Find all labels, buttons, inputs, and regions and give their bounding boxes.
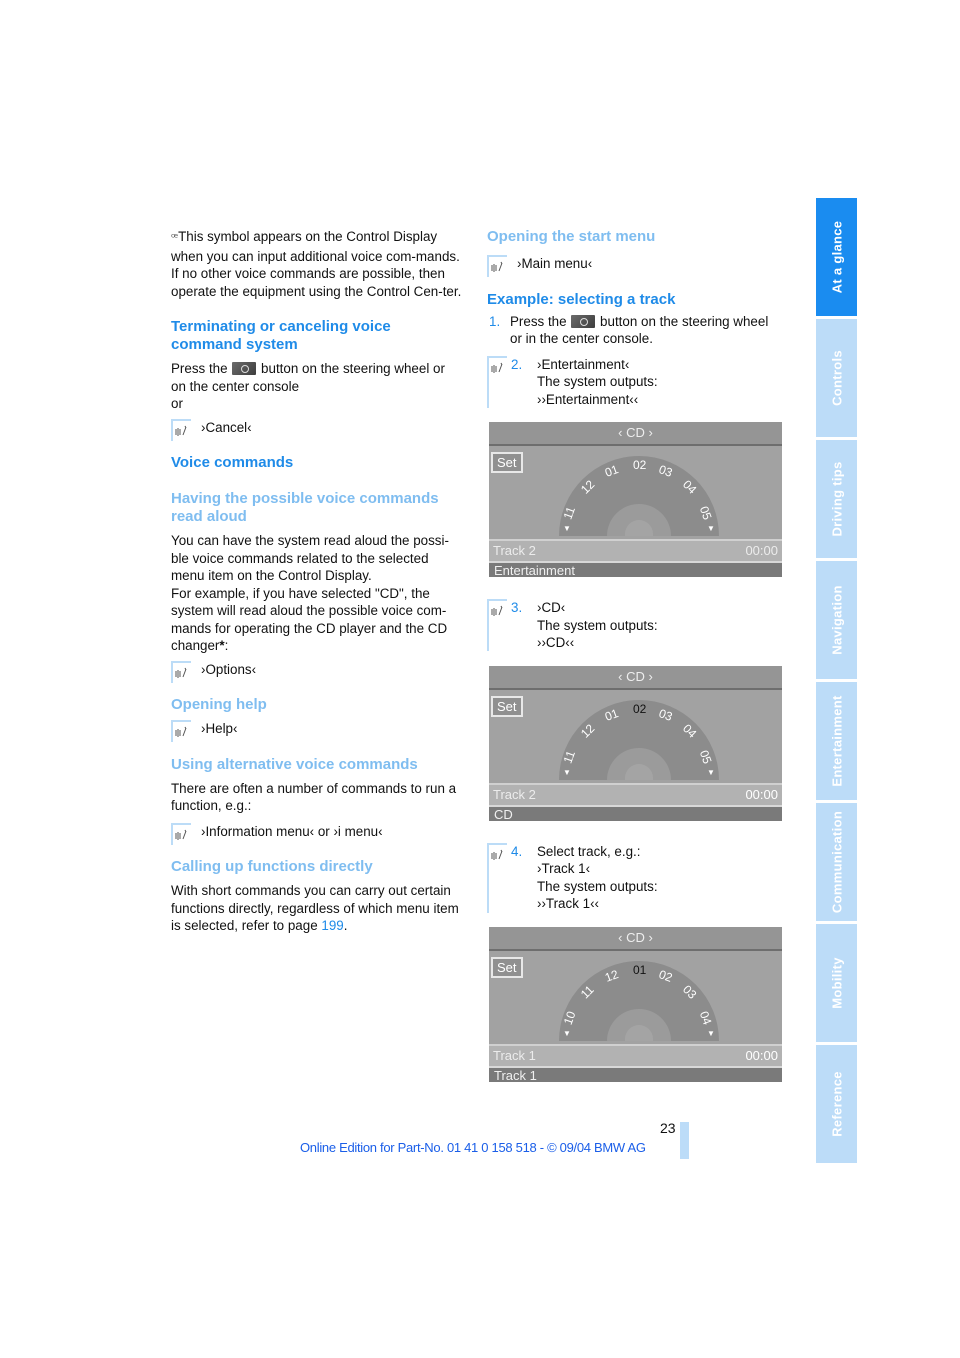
- step-1: 1. Press the button on the steering whee…: [489, 313, 769, 347]
- page-marker-bar: [680, 1122, 689, 1159]
- heading-start-menu: Opening the start menu: [487, 228, 656, 245]
- information-menu-command: ›Information menu‹ or ›i menu‹: [171, 822, 463, 845]
- left-column: ꟹThis symbol appears on the Control Disp…: [171, 228, 463, 935]
- voice-command-icon: [487, 355, 507, 408]
- main-menu-command: ›Main menu‹: [487, 255, 782, 277]
- voice-command-icon: [487, 599, 507, 651]
- voice-command-icon: [171, 660, 191, 683]
- voice-command-icon: [171, 822, 191, 845]
- tab-mobility[interactable]: Mobility: [816, 924, 857, 1042]
- step-2: 2. ›Entertainment‹ The system outputs: ››E…: [487, 355, 782, 409]
- set-button: Set: [491, 956, 523, 978]
- alternative-text: There are often a number of commands to …: [171, 780, 457, 814]
- track-dial: 11 12 01 02 03 04 05 ▼ ▼: [559, 456, 719, 536]
- step-3: 3. ›CD‹ The system outputs: ››CD‹‹: [487, 599, 782, 652]
- read-aloud-text: You can have the system read aloud the p…: [171, 533, 449, 653]
- options-command: ›Options‹: [171, 660, 463, 683]
- screen-header: ‹ CD ›: [489, 926, 782, 951]
- tab-entertainment[interactable]: Entertainment: [816, 682, 857, 800]
- cancel-command: ›Cancel‹: [171, 418, 463, 441]
- screen-footer: Entertainment: [489, 563, 782, 577]
- calling-up-text: With short commands you can carry out ce…: [171, 883, 459, 933]
- heading-voice-commands: Voice commands: [171, 454, 294, 471]
- tab-driving-tips[interactable]: Driving tips: [816, 440, 857, 558]
- heading-read-aloud: Having the possible voice commands read …: [171, 490, 439, 525]
- voice-command-icon: [487, 842, 507, 913]
- set-button: Set: [491, 452, 523, 473]
- right-column: Opening the start menu ›Main menu‹ Examp…: [487, 228, 782, 1082]
- help-command: ›Help‹: [171, 720, 463, 742]
- chapter-tabs: At a glance Controls Driving tips Naviga…: [816, 198, 857, 1166]
- voice-button-icon: [232, 362, 257, 375]
- tab-communication[interactable]: Communication: [816, 803, 857, 921]
- track-dial: 11 12 01 02 03 04 05 ▼ ▼: [559, 699, 719, 780]
- set-button: Set: [491, 695, 523, 717]
- tab-controls[interactable]: Controls: [816, 319, 857, 437]
- voice-button-icon: [571, 314, 596, 328]
- heading-opening-help: Opening help: [171, 696, 267, 713]
- voice-command-icon: [171, 418, 191, 441]
- page-reference-link[interactable]: 199: [321, 918, 343, 933]
- screen-header: ‹ CD ›: [489, 422, 782, 446]
- heading-alternative: Using alternative voice commands: [171, 755, 418, 773]
- page-number: 23: [660, 1120, 676, 1136]
- control-display-screen-3: ‹ CD › Set 10 11 12 01 02 03 04 ▼ ▼ Track…: [489, 926, 782, 1082]
- heading-example: Example: selecting a track: [487, 290, 676, 308]
- footer-edition: Online Edition for Part-No. 01 41 0 158 …: [300, 1140, 646, 1155]
- step-4: 4. Select track, e.g.: ›Track 1‹ The syste…: [487, 842, 782, 913]
- terminating-text: Press the button on the steering wheel o…: [171, 361, 445, 411]
- control-display-screen-2: ‹ CD › Set 11 12 01 02 03 04 05 ▼ ▼ Track…: [489, 665, 782, 821]
- heading-terminating: Terminating or canceling voice command s…: [171, 318, 391, 353]
- tab-navigation[interactable]: Navigation: [816, 561, 857, 679]
- tab-at-a-glance[interactable]: At a glance: [816, 198, 857, 316]
- track-dial: 10 11 12 01 02 03 04 ▼ ▼: [559, 960, 719, 1041]
- screen-footer: CD: [489, 806, 782, 821]
- screen-footer: Track 1: [489, 1067, 782, 1082]
- tab-reference[interactable]: Reference: [816, 1045, 857, 1163]
- voice-command-icon: [487, 255, 507, 277]
- control-display-screen-1: ‹ CD › Set 11 12 01 02 03 04 05 ▼ ▼ Track…: [489, 422, 782, 577]
- intro-paragraph: ꟹThis symbol appears on the Control Disp…: [171, 229, 462, 299]
- voice-command-icon: [171, 720, 191, 742]
- heading-calling-up: Calling up functions directly: [171, 858, 373, 875]
- screen-header: ‹ CD ›: [489, 665, 782, 690]
